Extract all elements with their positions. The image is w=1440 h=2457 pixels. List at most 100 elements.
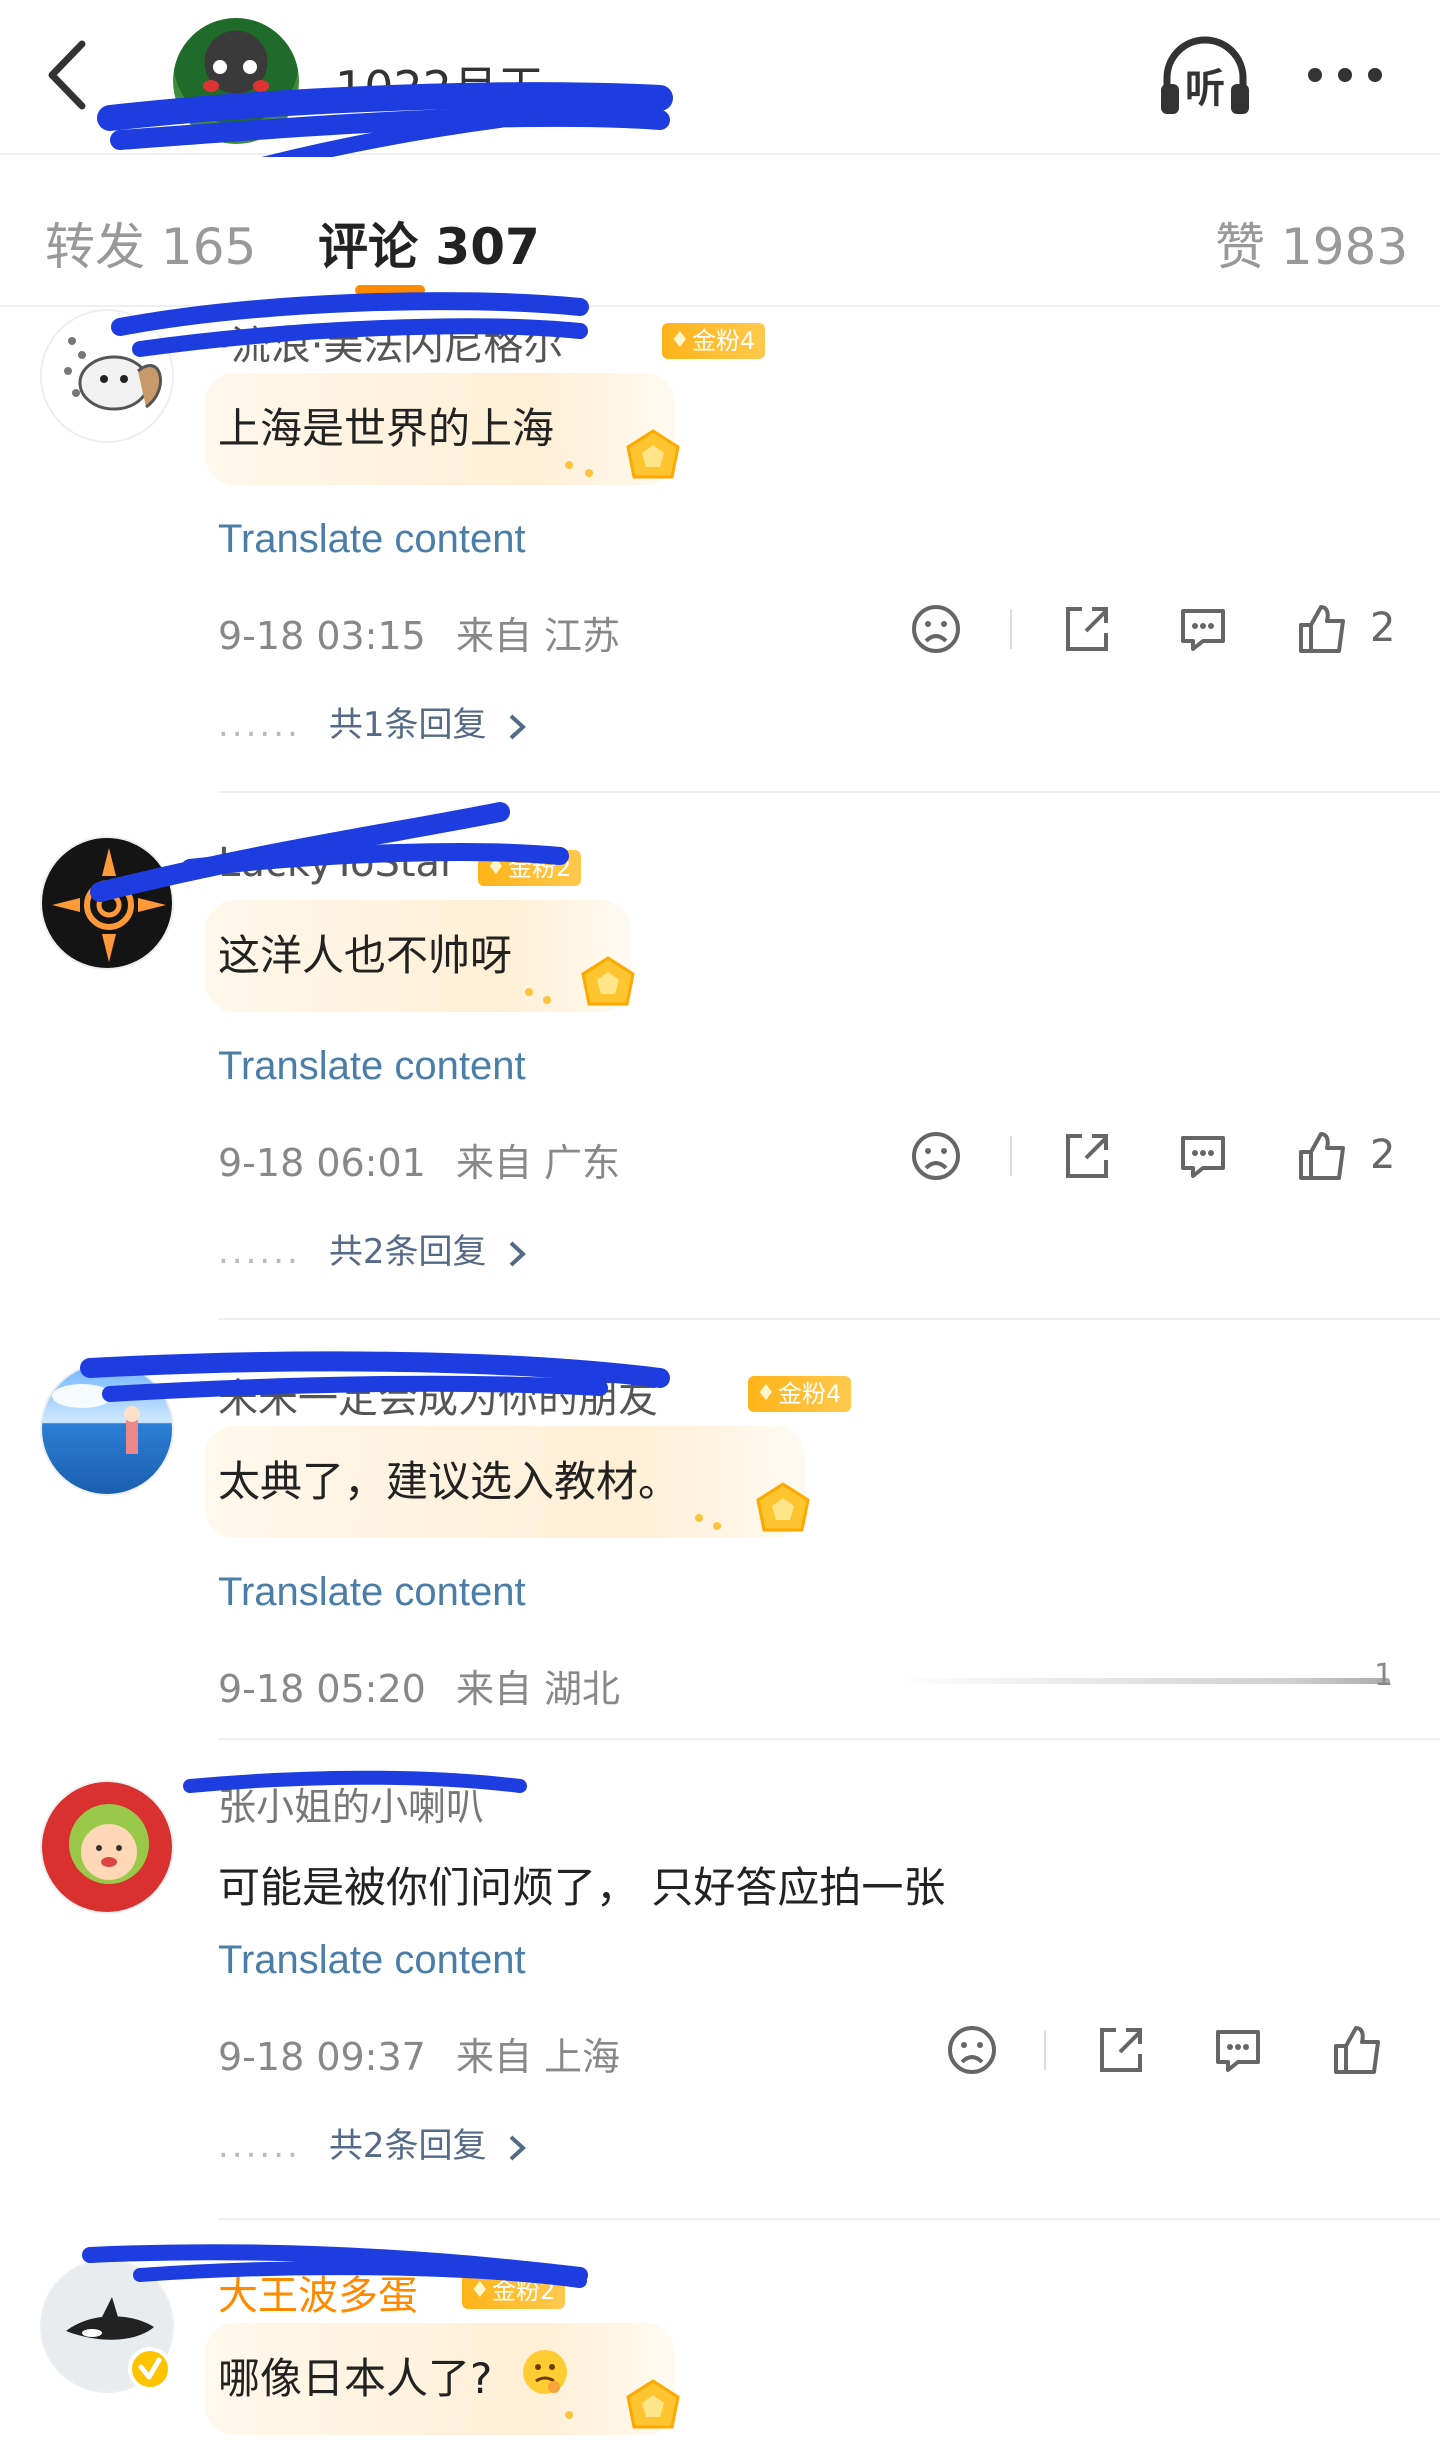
thumbs-up-icon xyxy=(1334,2026,1380,2074)
crown-icon xyxy=(626,2379,680,2429)
crown-icon xyxy=(581,956,635,1006)
chevron-right-icon xyxy=(509,1241,527,1266)
comment-button[interactable] xyxy=(1173,599,1233,659)
comment-divider xyxy=(218,1318,1440,1320)
share-button[interactable] xyxy=(1090,2020,1150,2080)
verified-badge-icon xyxy=(128,2347,172,2391)
comment-text: 这洋人也不帅呀 xyxy=(218,931,513,980)
comment-time: 9-18 03:15 xyxy=(218,614,426,658)
comment-button[interactable] xyxy=(1208,2020,1268,2080)
sad-face-icon xyxy=(948,2026,996,2074)
more-dots-icon xyxy=(1308,68,1322,82)
listen-button[interactable]: 听 xyxy=(1155,32,1255,122)
author-avatar[interactable] xyxy=(173,18,299,144)
comment-text: 可能是被你们问烦了， 只好答应拍一张 xyxy=(218,1863,946,1912)
tab-bar: 转发 165 评论 307 赞 1983 xyxy=(0,157,1440,307)
sad-face-icon xyxy=(912,605,960,653)
comment-location: 来自 广东 xyxy=(455,1141,621,1185)
comment-time: 9-18 06:01 xyxy=(218,1141,426,1185)
chevron-left-icon xyxy=(48,40,86,110)
thinking-face-emoji-icon xyxy=(523,2350,567,2394)
dislike-button[interactable] xyxy=(906,1126,966,1186)
comment-item: LuckyToStar 金粉2 这洋人也不帅呀 Translate conten… xyxy=(0,802,1440,1320)
action-bar-loading xyxy=(900,1678,1390,1684)
action-divider xyxy=(1010,609,1012,649)
comment-divider xyxy=(218,1738,1440,1740)
comment-username[interactable]: 米米一定会成为你的朋友 xyxy=(218,1366,658,1424)
comment-button[interactable] xyxy=(1173,1126,1233,1186)
translate-link[interactable]: Translate content xyxy=(218,517,526,562)
avatar[interactable] xyxy=(40,309,174,443)
comment-text: 太典了，建议选入教材。 xyxy=(218,1457,681,1506)
like-count: 1 xyxy=(1374,1658,1394,1693)
comment-item: 米米一定会成为你的朋友 金粉4 太典了，建议选入教材。 Translate co… xyxy=(0,1351,1440,1740)
fan-badge: 金粉2 xyxy=(478,850,582,886)
tab-reposts[interactable]: 转发 165 xyxy=(45,207,256,279)
comment-username[interactable]: ·流浪·美法闪尼格尔 xyxy=(218,313,563,371)
comment-username[interactable]: LuckyToStar xyxy=(218,840,456,886)
comment-meta: 9-18 05:20 来自 湖北 xyxy=(218,1658,620,1713)
avatar[interactable] xyxy=(40,1780,174,1914)
comment-meta: 9-18 06:01 来自 广东 xyxy=(218,1132,620,1187)
chevron-right-icon xyxy=(509,2135,527,2160)
active-tab-indicator xyxy=(355,285,425,295)
like-button[interactable] xyxy=(1293,599,1353,659)
share-icon xyxy=(1066,607,1108,651)
like-button[interactable] xyxy=(1328,2020,1388,2080)
comment-username[interactable]: 张小姐的小喇叭 xyxy=(218,1776,484,1831)
view-replies-link[interactable]: ...... 共1条回复 xyxy=(218,697,527,746)
like-count: 2 xyxy=(1370,605,1396,651)
like-button[interactable] xyxy=(1293,1126,1353,1186)
comment-divider xyxy=(218,791,1440,793)
chevron-right-icon xyxy=(509,714,527,739)
comment-location: 来自 湖北 xyxy=(455,1667,621,1711)
comment-time: 9-18 09:37 xyxy=(218,2035,426,2079)
fan-badge: 金粉4 xyxy=(748,1376,852,1412)
comment-item: ·流浪·美法闪尼格尔 金粉4 上海是世界的上海 Translate conten… xyxy=(0,292,1440,793)
share-button[interactable] xyxy=(1056,599,1116,659)
avatar[interactable] xyxy=(40,836,174,970)
share-icon xyxy=(1066,1134,1108,1178)
fan-badge: 金粉2 xyxy=(462,2273,566,2309)
share-icon xyxy=(1100,2028,1142,2072)
comment-divider xyxy=(218,2218,1440,2220)
tab-comments[interactable]: 评论 307 xyxy=(318,207,540,279)
translate-link[interactable]: Translate content xyxy=(218,1938,526,1983)
comment-bubble-icon xyxy=(1216,2030,1260,2072)
crown-icon xyxy=(626,429,680,479)
comment-meta: 9-18 03:15 来自 江苏 xyxy=(218,605,620,660)
translate-link[interactable]: Translate content xyxy=(218,1044,526,1089)
comment-location: 来自 江苏 xyxy=(455,614,621,658)
author-name[interactable]: 1022月天 xyxy=(335,52,544,118)
comment-bubble-icon xyxy=(1181,1136,1225,1178)
action-divider xyxy=(1010,1136,1012,1176)
share-button[interactable] xyxy=(1056,1126,1116,1186)
back-button[interactable] xyxy=(36,30,106,120)
comment-meta: 9-18 09:37 来自 上海 xyxy=(218,2026,620,2081)
comment-item: 张小姐的小喇叭 可能是被你们问烦了， 只好答应拍一张 Translate con… xyxy=(0,1770,1440,2220)
translate-link[interactable]: Translate content xyxy=(218,1570,526,1615)
listen-label: 听 xyxy=(1185,66,1225,112)
more-button[interactable] xyxy=(1300,50,1390,100)
comment-text: 哪像日本人了? xyxy=(218,2354,493,2403)
like-count: 2 xyxy=(1370,1132,1396,1178)
tab-likes[interactable]: 赞 1983 xyxy=(1215,207,1408,279)
thumbs-up-icon xyxy=(1299,1132,1345,1180)
comment-text: 上海是世界的上海 xyxy=(218,404,555,453)
comment-item: 大王波多蛋 金粉2 哪像日本人了? xyxy=(0,2244,1440,2457)
comment-username[interactable]: 大王波多蛋 xyxy=(218,2263,418,2321)
comment-bubble-icon xyxy=(1181,609,1225,651)
crown-icon xyxy=(756,1482,810,1532)
fan-badge: 金粉4 xyxy=(662,323,766,359)
top-bar: 1022月天 听 xyxy=(0,0,1440,248)
view-replies-link[interactable]: ...... 共2条回复 xyxy=(218,1224,527,1273)
view-replies-link[interactable]: ...... 共2条回复 xyxy=(218,2118,527,2167)
thumbs-up-icon xyxy=(1299,605,1345,653)
comment-location: 来自 上海 xyxy=(455,2035,621,2079)
action-divider xyxy=(1044,2030,1046,2070)
avatar[interactable] xyxy=(40,1362,174,1496)
sad-face-icon xyxy=(912,1132,960,1180)
dislike-button[interactable] xyxy=(906,599,966,659)
dislike-button[interactable] xyxy=(942,2020,1002,2080)
comment-time: 9-18 05:20 xyxy=(218,1667,426,1711)
